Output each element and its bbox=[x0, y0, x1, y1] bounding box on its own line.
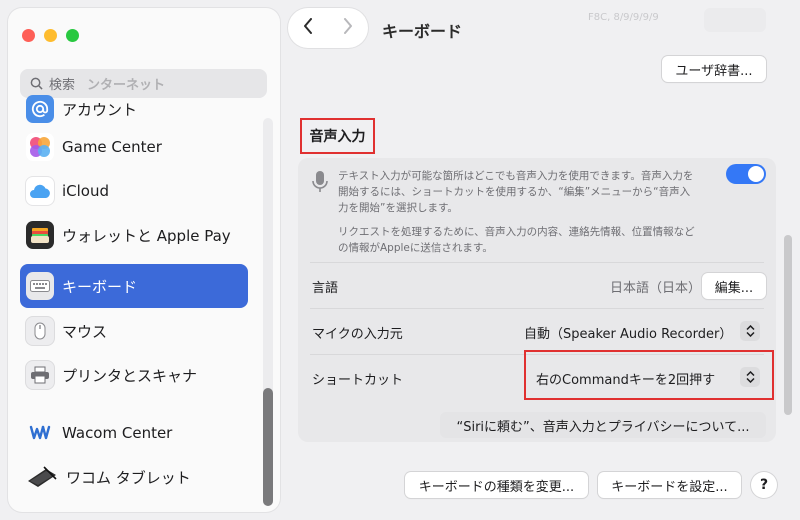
wacom-icon bbox=[26, 419, 54, 447]
sidebar-item-label: iCloud bbox=[62, 182, 110, 200]
language-edit-button[interactable]: 編集... bbox=[702, 273, 766, 299]
chevron-up-down-icon bbox=[745, 325, 755, 337]
back-button[interactable] bbox=[303, 18, 313, 38]
sidebar-item-label: キーボード bbox=[62, 277, 138, 296]
language-row: 言語 日本語（日本） 編集... bbox=[310, 262, 766, 308]
sidebar-item-label: Wacom Center bbox=[62, 424, 173, 442]
mouse-icon bbox=[26, 317, 54, 345]
top-faded-text: F8C, 8/9/9/9/9 bbox=[588, 12, 659, 23]
dictation-description: テキスト入力が可能な箇所はどこでも音声入力を使用できます。音声入力を開始するには… bbox=[338, 168, 698, 264]
zoom-window-button[interactable] bbox=[66, 29, 79, 42]
sidebar-item-game-center[interactable]: Game Center bbox=[20, 126, 248, 168]
sidebar-item-label: マウス bbox=[62, 322, 108, 341]
close-window-button[interactable] bbox=[22, 29, 35, 42]
sidebar-item-wacom-center[interactable]: Wacom Center bbox=[20, 412, 248, 454]
mic-source-row: マイクの入力元 自動（Speaker Audio Recorder） bbox=[310, 308, 764, 354]
sidebar: 検索 ンターネット アカウント Game Center iCloud ウォレット… bbox=[8, 8, 280, 512]
wallet-icon bbox=[26, 221, 54, 249]
language-value: 日本語（日本） bbox=[610, 281, 702, 296]
page-title: キーボード bbox=[382, 22, 463, 41]
sidebar-item-wallet[interactable]: ウォレットと Apple Pay bbox=[20, 214, 248, 256]
top-faded-button bbox=[704, 8, 766, 32]
user-dictionary-button[interactable]: ユーザ辞書... bbox=[662, 56, 766, 82]
description-paragraph-1: テキスト入力が可能な箇所はどこでも音声入力を使用できます。音声入力を開始するには… bbox=[338, 170, 694, 214]
shortcut-highlight-box bbox=[524, 350, 774, 400]
game-center-icon bbox=[26, 133, 54, 161]
sidebar-item-keyboard[interactable]: キーボード bbox=[20, 264, 248, 308]
sidebar-item-mouse[interactable]: マウス bbox=[20, 310, 248, 352]
main-scrollbar-thumb[interactable] bbox=[784, 235, 792, 415]
mic-source-label: マイクの入力元 bbox=[312, 327, 403, 342]
sidebar-item-icloud[interactable]: iCloud bbox=[20, 170, 248, 212]
at-sign-icon bbox=[26, 95, 54, 123]
shortcut-label: ショートカット bbox=[312, 373, 404, 388]
siri-privacy-button[interactable]: “Siriに頼む”、音声入力とプライバシーについて... bbox=[440, 412, 766, 438]
tablet-icon bbox=[26, 463, 58, 491]
sidebar-item-label: Game Center bbox=[62, 138, 162, 156]
chevron-left-icon bbox=[304, 18, 312, 34]
help-button[interactable]: ? bbox=[751, 472, 777, 498]
setup-keyboard-button[interactable]: キーボードを設定... bbox=[598, 472, 741, 498]
toggle-knob bbox=[748, 166, 764, 182]
sidebar-item-account[interactable]: アカウント bbox=[20, 88, 248, 130]
mic-source-value[interactable]: 自動（Speaker Audio Recorder） bbox=[524, 323, 732, 342]
dictation-toggle[interactable] bbox=[726, 164, 766, 184]
settings-window: 検索 ンターネット アカウント Game Center iCloud ウォレット… bbox=[0, 0, 800, 520]
keyboard-icon bbox=[26, 272, 54, 300]
language-label: 言語 bbox=[312, 281, 339, 296]
forward-button[interactable] bbox=[343, 18, 353, 38]
main-scroll-track[interactable] bbox=[784, 60, 792, 500]
description-paragraph-2: リクエストを処理するために、音声入力の内容、連絡先情報、位置情報などの情報がAp… bbox=[338, 226, 695, 254]
sidebar-item-wacom-tablet[interactable]: ワコム タブレット bbox=[20, 456, 248, 498]
sidebar-scrollbar-thumb[interactable] bbox=[263, 388, 273, 506]
sidebar-item-label: ウォレットと Apple Pay bbox=[62, 226, 231, 245]
printer-icon bbox=[26, 361, 54, 389]
cloud-icon bbox=[26, 177, 54, 205]
sidebar-item-printers[interactable]: プリンタとスキャナ bbox=[20, 354, 248, 396]
navigation-buttons bbox=[288, 8, 368, 48]
sidebar-item-label: ワコム タブレット bbox=[66, 468, 191, 487]
window-controls bbox=[22, 29, 79, 42]
sidebar-item-label: プリンタとスキャナ bbox=[62, 366, 198, 385]
microphone-icon bbox=[312, 170, 328, 198]
mic-source-stepper[interactable] bbox=[740, 321, 760, 341]
chevron-right-icon bbox=[344, 18, 352, 34]
change-keyboard-type-button[interactable]: キーボードの種類を変更... bbox=[405, 472, 588, 498]
minimize-window-button[interactable] bbox=[44, 29, 57, 42]
section-title-dictation: 音声入力 bbox=[300, 118, 375, 154]
sidebar-item-label: アカウント bbox=[62, 100, 138, 119]
